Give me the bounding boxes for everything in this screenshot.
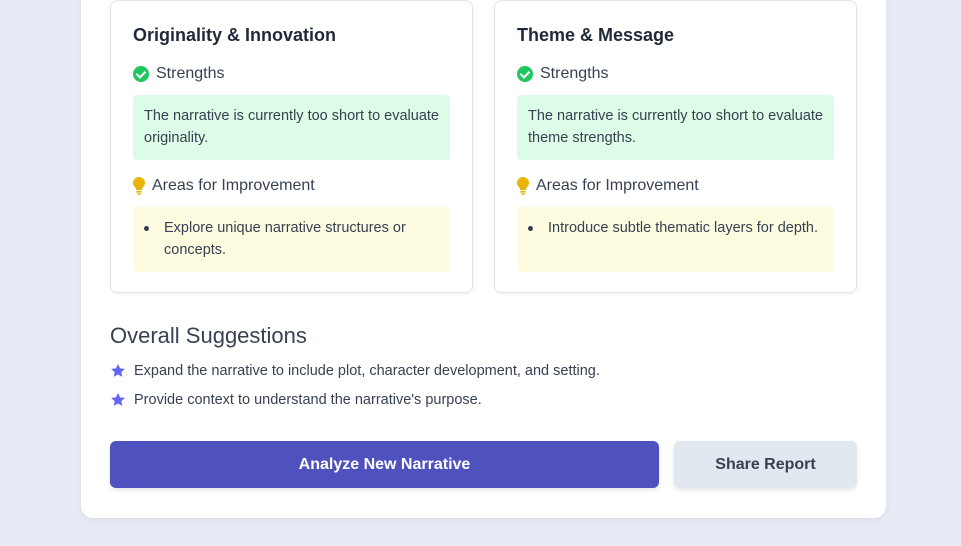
lightbulb-icon [133, 177, 145, 195]
share-report-button[interactable]: Share Report [674, 441, 857, 488]
strengths-heading: Strengths [133, 65, 224, 83]
improvement-heading: Areas for Improvement [517, 177, 699, 195]
suggestion-item: Provide context to understand the narrat… [110, 392, 482, 408]
strengths-box: The narrative is currently too short to … [517, 95, 834, 160]
star-icon [111, 393, 125, 406]
suggestion-text: Provide context to understand the narrat… [134, 392, 482, 408]
analyze-new-narrative-button[interactable]: Analyze New Narrative [110, 441, 659, 488]
improvement-heading: Areas for Improvement [133, 177, 315, 195]
suggestion-item: Expand the narrative to include plot, ch… [110, 363, 600, 379]
card-originality: Originality & Innovation Strengths The n… [110, 0, 473, 293]
overall-suggestions-title: Overall Suggestions [110, 323, 307, 348]
strengths-box: The narrative is currently too short to … [133, 95, 450, 160]
strengths-heading: Strengths [517, 65, 608, 83]
list-item: Introduce subtle thematic layers for dep… [528, 217, 823, 239]
check-circle-icon [133, 66, 149, 82]
suggestion-text: Expand the narrative to include plot, ch… [134, 363, 600, 379]
improvement-label: Areas for Improvement [536, 177, 699, 194]
check-circle-icon [517, 66, 533, 82]
improvement-box: Explore unique narrative structures or c… [133, 207, 450, 272]
list-item: Explore unique narrative structures or c… [144, 217, 439, 261]
lightbulb-icon [517, 177, 529, 195]
bullet-icon [528, 226, 533, 231]
card-theme: Theme & Message Strengths The narrative … [494, 0, 857, 293]
card-title: Originality & Innovation [133, 25, 337, 45]
improvement-label: Areas for Improvement [152, 177, 315, 194]
bullet-icon [144, 226, 149, 231]
star-icon [111, 364, 125, 377]
strengths-label: Strengths [156, 65, 225, 82]
improvement-box: Introduce subtle thematic layers for dep… [517, 207, 834, 272]
strengths-label: Strengths [540, 65, 609, 82]
card-title: Theme & Message [517, 25, 675, 45]
